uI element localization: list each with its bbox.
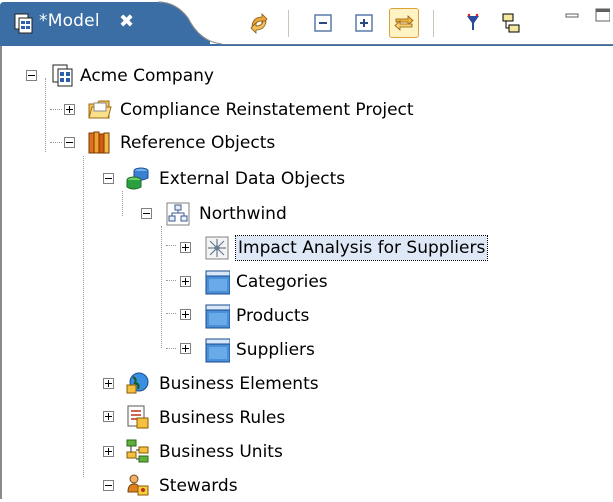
sync-icon[interactable]	[244, 8, 274, 38]
collapse-toggle[interactable]	[26, 70, 37, 81]
expand-toggle[interactable]	[180, 276, 191, 287]
tree-item-business-elements[interactable]: Business Elements	[2, 368, 613, 400]
model-tree[interactable]: Acme Company Compliance Reinstatement Pr…	[0, 46, 613, 499]
tree-item-compliance-reinstatement-project[interactable]: Compliance Reinstatement Project	[2, 95, 613, 127]
expand-toggle[interactable]	[103, 446, 114, 457]
tree-item-acme-company[interactable]: Acme Company	[2, 60, 613, 92]
expand-toggle[interactable]	[180, 343, 191, 354]
tree-item-label: Business Elements	[159, 374, 319, 394]
tree-item-northwind[interactable]: Northwind	[2, 198, 613, 230]
tree-item-label: Northwind	[199, 204, 287, 224]
model-icon	[14, 13, 33, 34]
table-icon	[205, 304, 230, 329]
expand-toggle[interactable]	[103, 378, 114, 389]
tree-item-label: Suppliers	[236, 340, 315, 360]
org-chart-icon	[126, 439, 149, 463]
tree-item-business-rules[interactable]: Business Rules	[2, 402, 613, 434]
filter-icon[interactable]	[458, 8, 488, 38]
tree-item-label: Business Units	[159, 442, 283, 462]
tree-item-categories[interactable]: Categories	[2, 266, 613, 298]
tree-item-label: External Data Objects	[159, 169, 346, 189]
library-books-icon	[88, 131, 110, 154]
minimize-icon[interactable]	[564, 7, 580, 23]
collapse-toggle[interactable]	[103, 173, 114, 184]
close-tab-icon[interactable]: ✖	[119, 11, 134, 32]
tree-item-business-units[interactable]: Business Units	[2, 436, 613, 468]
link-with-editor-icon[interactable]	[389, 8, 419, 38]
tab-title[interactable]: *Model	[39, 11, 100, 31]
view-snowflake-icon	[205, 236, 229, 260]
tree-item-label: Acme Company	[80, 66, 214, 86]
tree-item-label: Products	[236, 306, 310, 326]
view-header: *Model ✖	[0, 0, 613, 46]
tree-item-label: Categories	[236, 272, 328, 292]
stewards-people-icon	[127, 474, 149, 496]
database-icon	[126, 167, 149, 190]
toolbar-separator	[288, 10, 289, 37]
folder-icon	[88, 100, 112, 119]
expand-all-icon[interactable]	[349, 8, 379, 38]
tree-item-label: Compliance Reinstatement Project	[120, 100, 414, 120]
tree-item-label: Reference Objects	[120, 133, 276, 153]
collapse-all-icon[interactable]	[308, 8, 338, 38]
model-icon	[52, 64, 73, 87]
tree-item-label: Business Rules	[159, 408, 286, 428]
maximize-icon[interactable]	[594, 7, 610, 23]
globe-icon	[126, 372, 149, 394]
tree-item-external-data-objects[interactable]: External Data Objects	[2, 164, 613, 196]
tree-item-suppliers[interactable]: Suppliers	[2, 334, 613, 366]
tree-item-label: Stewards	[159, 476, 238, 496]
expand-toggle[interactable]	[64, 104, 75, 115]
tree-item-reference-objects[interactable]: Reference Objects	[2, 128, 613, 160]
toolbar-separator	[433, 10, 434, 37]
tree-item-products[interactable]: Products	[2, 300, 613, 332]
tree-item-stewards[interactable]: Stewards	[2, 470, 613, 502]
collapse-toggle[interactable]	[141, 208, 152, 219]
expand-toggle[interactable]	[180, 242, 191, 253]
table-icon	[205, 270, 230, 295]
table-icon	[205, 338, 230, 363]
data-source-icon	[166, 202, 190, 226]
tree-item-label: Impact Analysis for Suppliers	[234, 235, 489, 261]
expand-toggle[interactable]	[180, 309, 191, 320]
tree-item-impact-analysis-for-suppliers[interactable]: Impact Analysis for Suppliers	[2, 232, 613, 264]
collapse-toggle[interactable]	[64, 137, 75, 148]
collapse-toggle[interactable]	[103, 480, 114, 491]
rules-icon	[127, 405, 149, 429]
hierarchy-icon[interactable]	[496, 8, 526, 38]
expand-toggle[interactable]	[103, 411, 114, 422]
